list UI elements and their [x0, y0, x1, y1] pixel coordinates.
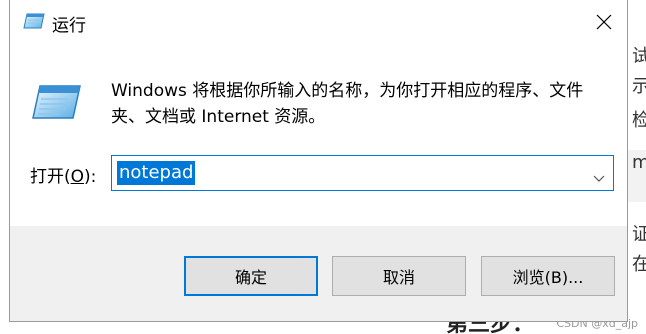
close-icon [596, 14, 612, 30]
background-text: 在 [632, 254, 646, 275]
cancel-button[interactable]: 取消 [332, 256, 466, 296]
ok-button[interactable]: 确定 [184, 256, 318, 296]
background-text: 证 [632, 224, 646, 245]
background-text: 试 [632, 46, 646, 67]
run-large-icon [30, 82, 82, 122]
background-text: 示 [632, 76, 646, 97]
open-input[interactable]: notepad [117, 161, 196, 185]
close-button[interactable] [581, 0, 627, 44]
run-icon [22, 11, 46, 31]
open-label-suffix: ): [84, 167, 97, 187]
title-bar[interactable]: 运行 [10, 0, 627, 44]
run-dialog: 运行 Windows 将根据你所输入的名称，为你打开相应的程序、文件夹、文档或 [9, 0, 628, 322]
background-text: 检 [632, 110, 646, 131]
window-title: 运行 [52, 16, 86, 36]
chevron-down-icon[interactable] [593, 168, 605, 182]
open-label: 打开(O): [30, 162, 96, 187]
open-label-prefix: 打开( [30, 167, 71, 187]
button-bar: 确定 取消 浏览(B)... [10, 226, 627, 321]
open-combobox[interactable]: notepad [111, 155, 614, 191]
description-text: Windows 将根据你所输入的名称，为你打开相应的程序、文件夹、文档或 Int… [111, 81, 584, 127]
browse-button[interactable]: 浏览(B)... [481, 256, 615, 296]
open-label-accesskey: O [70, 167, 85, 187]
background-text: m [632, 152, 646, 173]
background-page: 试 示 检 m 证 在 [628, 0, 646, 334]
